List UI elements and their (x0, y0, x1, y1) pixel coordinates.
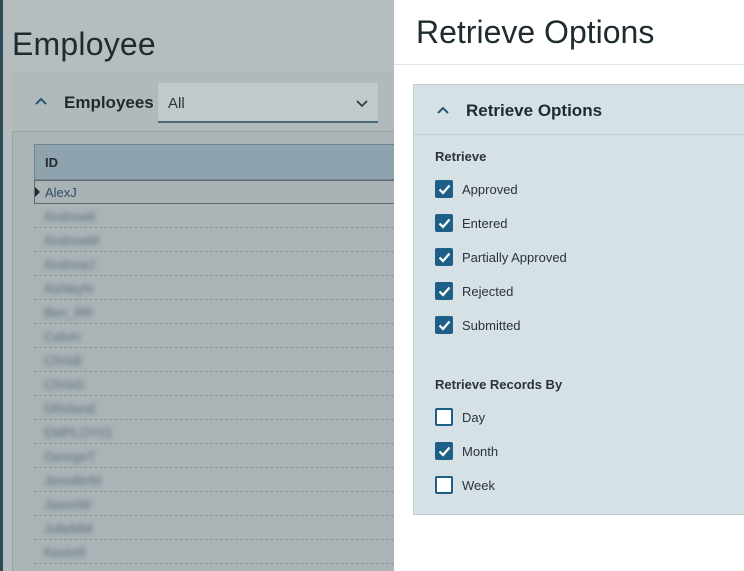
employee-page-background: Employee Employees All ID AlexJ AndrewK A… (0, 0, 394, 571)
retrieve-options-flyout: Retrieve Options Retrieve Options Retrie… (394, 0, 744, 571)
row-id: JulieMM (44, 521, 93, 536)
table-row[interactable]: AshleyN (34, 276, 394, 300)
table-row[interactable]: EMPLOY01 (34, 420, 394, 444)
checkbox-label: Month (462, 444, 499, 459)
retrieve-option-approved[interactable]: Approved (435, 180, 735, 200)
blurred-rows: AndrewK AndrewM AndrewJ AshleyN Ben_RR Calvin… (34, 204, 394, 564)
page-title: Employee (12, 26, 156, 62)
retrieve-group-label: Retrieve (435, 149, 487, 164)
row-id: EMPLOY01 (44, 425, 113, 440)
chevron-up-icon (437, 106, 449, 114)
row-id: JenniferM (44, 473, 102, 488)
row-id: ChrisG (44, 377, 85, 392)
table-row[interactable]: ChrisG (34, 372, 394, 396)
table-row[interactable]: Calvin (34, 324, 394, 348)
employee-filter-select[interactable]: All (158, 83, 378, 123)
checkbox-checked-icon[interactable] (435, 214, 453, 232)
row-id: Ben_RR (44, 305, 94, 320)
retrieve-option-entered[interactable]: Entered (435, 214, 735, 234)
table-row[interactable]: JenniferM (34, 468, 394, 492)
row-id: Calvin (44, 329, 81, 344)
flyout-title: Retrieve Options (416, 14, 655, 50)
checkbox-checked-icon[interactable] (435, 316, 453, 334)
table-row-selected[interactable]: AlexJ (34, 180, 394, 204)
table-row[interactable]: AndrewM (34, 228, 394, 252)
row-id: ChrisE (44, 353, 84, 368)
checkbox-label: Rejected (462, 284, 514, 299)
employee-filter-value: All (168, 95, 185, 112)
row-id: KevinR (44, 545, 86, 560)
table-row[interactable]: AndrewK (34, 204, 394, 228)
row-indicator-icon (35, 187, 40, 197)
checkbox-checked-icon[interactable] (435, 248, 453, 266)
table-row[interactable]: DRoland (34, 396, 394, 420)
row-id: AndrewK (44, 209, 97, 224)
table-row[interactable]: Ben_RR (34, 300, 394, 324)
table-row[interactable]: KevinR (34, 540, 394, 564)
table-row[interactable]: ChrisE (34, 348, 394, 372)
card-title: Retrieve Options (466, 101, 603, 120)
records-by-option-day[interactable]: Day (435, 408, 735, 428)
checkbox-checked-icon[interactable] (435, 442, 453, 460)
table-row[interactable]: AndrewJ (34, 252, 394, 276)
checkbox-checked-icon[interactable] (435, 180, 453, 198)
employees-label: Employees (64, 93, 154, 112)
retrieve-options-card-header[interactable]: Retrieve Options (414, 85, 744, 135)
checkbox-label: Partially Approved (462, 250, 567, 265)
table-row[interactable]: JasonW (34, 492, 394, 516)
row-id: AndrewM (44, 233, 99, 248)
row-id: JasonW (44, 497, 91, 512)
row-id: DRoland (44, 401, 95, 416)
table-row[interactable]: JulieMM (34, 516, 394, 540)
records-by-group-label: Retrieve Records By (435, 377, 563, 392)
chevron-down-icon (356, 100, 368, 108)
checkbox-checked-icon[interactable] (435, 282, 453, 300)
row-id: AndrewJ (44, 257, 95, 272)
checkbox-label: Entered (462, 216, 508, 231)
retrieve-options-card: Retrieve Options Retrieve Retrieve Recor… (413, 84, 744, 515)
checkbox-label: Approved (462, 182, 518, 197)
checkbox-label: Day (462, 410, 486, 425)
table-row[interactable]: GeorgeT (34, 444, 394, 468)
retrieve-option-rejected[interactable]: Rejected (435, 282, 735, 302)
row-id: GeorgeT (44, 449, 96, 464)
chevron-up-icon[interactable] (34, 94, 48, 108)
retrieve-option-submitted[interactable]: Submitted (435, 316, 735, 336)
row-id: AlexJ (45, 185, 77, 200)
flyout-divider (394, 64, 744, 65)
checkbox-label: Week (462, 478, 495, 493)
records-by-option-week[interactable]: Week (435, 476, 735, 496)
row-id: AshleyN (44, 281, 93, 296)
records-by-option-month[interactable]: Month (435, 442, 735, 462)
left-edge-bar (0, 0, 3, 571)
checkbox-unchecked-icon[interactable] (435, 476, 453, 494)
checkbox-label: Submitted (462, 318, 521, 333)
grid-header-label: ID (45, 155, 58, 170)
checkbox-unchecked-icon[interactable] (435, 408, 453, 426)
retrieve-option-partially-approved[interactable]: Partially Approved (435, 248, 735, 268)
grid-header-id[interactable]: ID (34, 144, 394, 180)
